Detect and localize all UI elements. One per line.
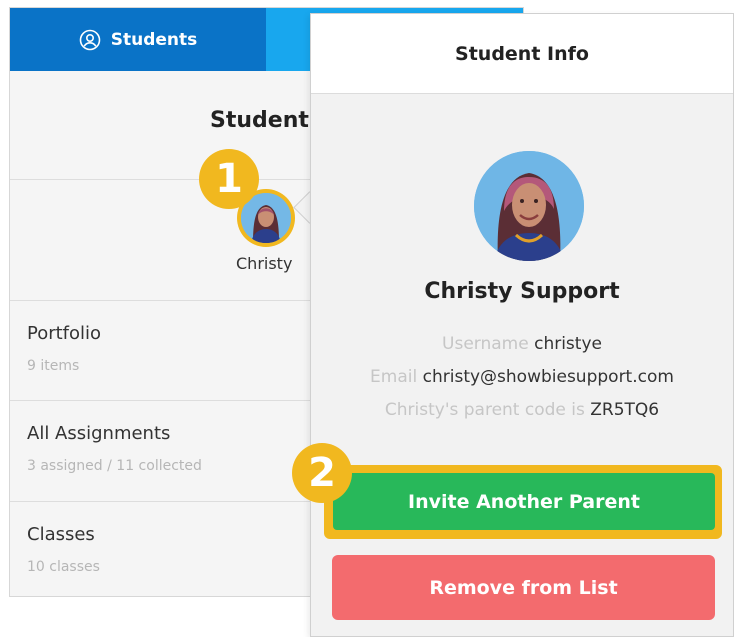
- page-title: Student: [210, 108, 309, 133]
- student-photo: [474, 151, 584, 261]
- list-item-subtitle: 3 assigned / 11 collected: [27, 458, 202, 474]
- avatar-photo-icon: [474, 151, 584, 261]
- username-line: Username christye: [311, 334, 733, 354]
- list-item-title: Portfolio: [27, 323, 102, 344]
- username-label: Username: [442, 334, 529, 354]
- step-1-badge: 1: [199, 149, 259, 209]
- student-avatar-name: Christy: [236, 254, 293, 273]
- remove-from-list-button[interactable]: Remove from List: [332, 555, 715, 620]
- invite-another-parent-button[interactable]: Invite Another Parent: [333, 473, 715, 530]
- person-circle-icon: [79, 29, 101, 50]
- list-item-subtitle: 9 items: [27, 358, 80, 374]
- tab-students-label: Students: [110, 29, 198, 50]
- list-item-subtitle: 10 classes: [27, 559, 100, 575]
- username-value: christye: [534, 334, 602, 354]
- parent-code-label: Christy's parent code is: [384, 400, 585, 420]
- student-full-name: Christy Support: [424, 279, 620, 304]
- list-item-title: Classes: [27, 524, 95, 545]
- list-item-title: All Assignments: [27, 423, 171, 444]
- parent-code-line: Christy's parent code is ZR5TQ6: [311, 400, 733, 420]
- email-line: Email christy@showbiesupport.com: [311, 367, 733, 387]
- parent-code-value: ZR5TQ6: [590, 400, 660, 420]
- email-value: christy@showbiesupport.com: [422, 367, 674, 387]
- email-label: Email: [370, 367, 418, 387]
- tab-students[interactable]: Students: [10, 8, 266, 71]
- step-2-badge: 2: [292, 443, 352, 503]
- popover-title: Student Info: [311, 14, 733, 94]
- student-info-popover: Student Info Christy Support Username ch…: [310, 13, 734, 637]
